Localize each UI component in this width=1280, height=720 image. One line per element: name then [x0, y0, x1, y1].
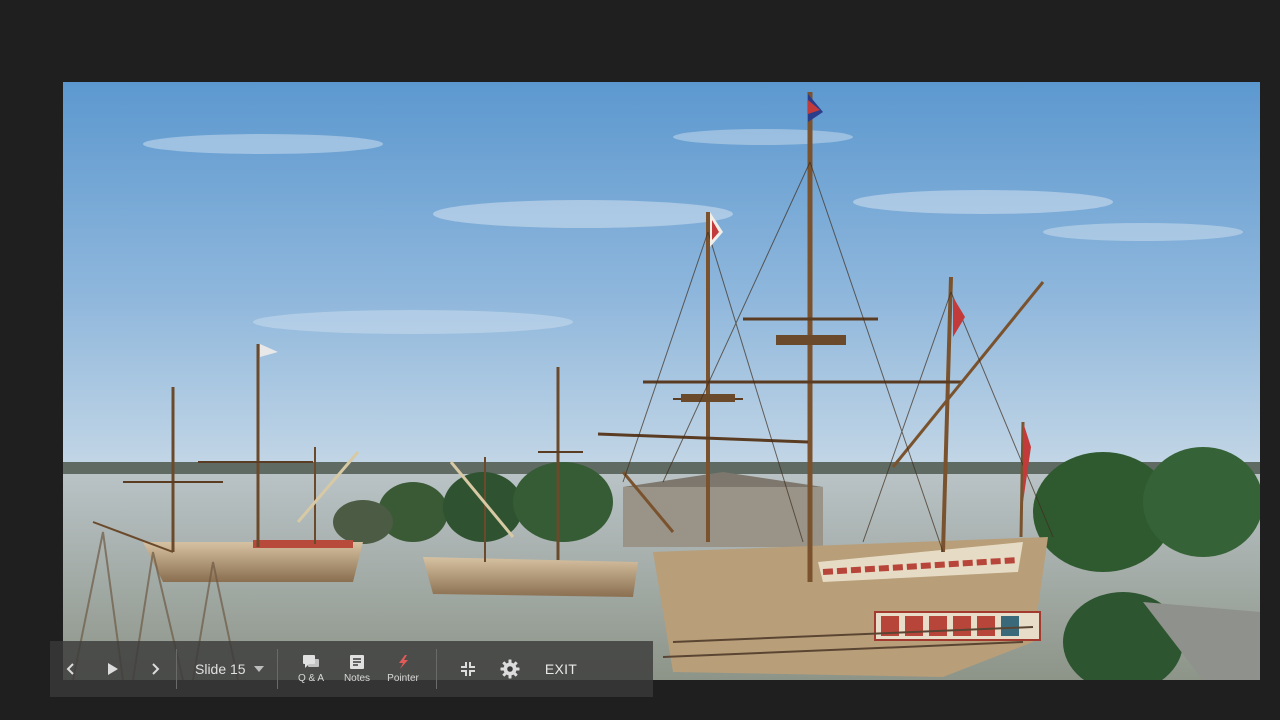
next-slide-button[interactable] — [134, 641, 176, 697]
exit-fullscreen-button[interactable] — [447, 641, 489, 697]
chevron-left-icon — [66, 663, 74, 675]
notes-button[interactable]: Notes — [334, 641, 380, 697]
play-icon — [108, 663, 118, 675]
presentation-stage: Slide 15 Q & A Notes Pointer EXIT — [0, 0, 1280, 720]
toolbar-divider — [436, 649, 437, 689]
gear-icon — [500, 659, 520, 679]
slide-selector[interactable]: Slide 15 — [177, 641, 277, 697]
ships-photo — [63, 82, 1260, 680]
slide-number-label: Slide 15 — [195, 661, 246, 677]
notes-icon — [350, 655, 364, 669]
chat-icon — [303, 655, 319, 668]
settings-button[interactable] — [489, 641, 531, 697]
pointer-button[interactable]: Pointer — [380, 641, 426, 697]
slide-image — [63, 82, 1260, 680]
qa-label: Q & A — [297, 673, 325, 684]
chevron-right-icon — [152, 663, 160, 675]
presenter-toolbar: Slide 15 Q & A Notes Pointer EXIT — [50, 641, 653, 697]
play-button[interactable] — [92, 641, 134, 697]
qa-button[interactable]: Q & A — [288, 641, 334, 697]
pointer-label: Pointer — [387, 673, 419, 684]
notes-label: Notes — [343, 673, 371, 684]
previous-slide-button[interactable] — [50, 641, 92, 697]
toolbar-divider — [277, 649, 278, 689]
exit-fullscreen-icon — [461, 662, 475, 676]
laser-pointer-icon — [399, 655, 408, 669]
caret-down-icon — [253, 666, 264, 672]
exit-button[interactable]: EXIT — [531, 641, 591, 697]
